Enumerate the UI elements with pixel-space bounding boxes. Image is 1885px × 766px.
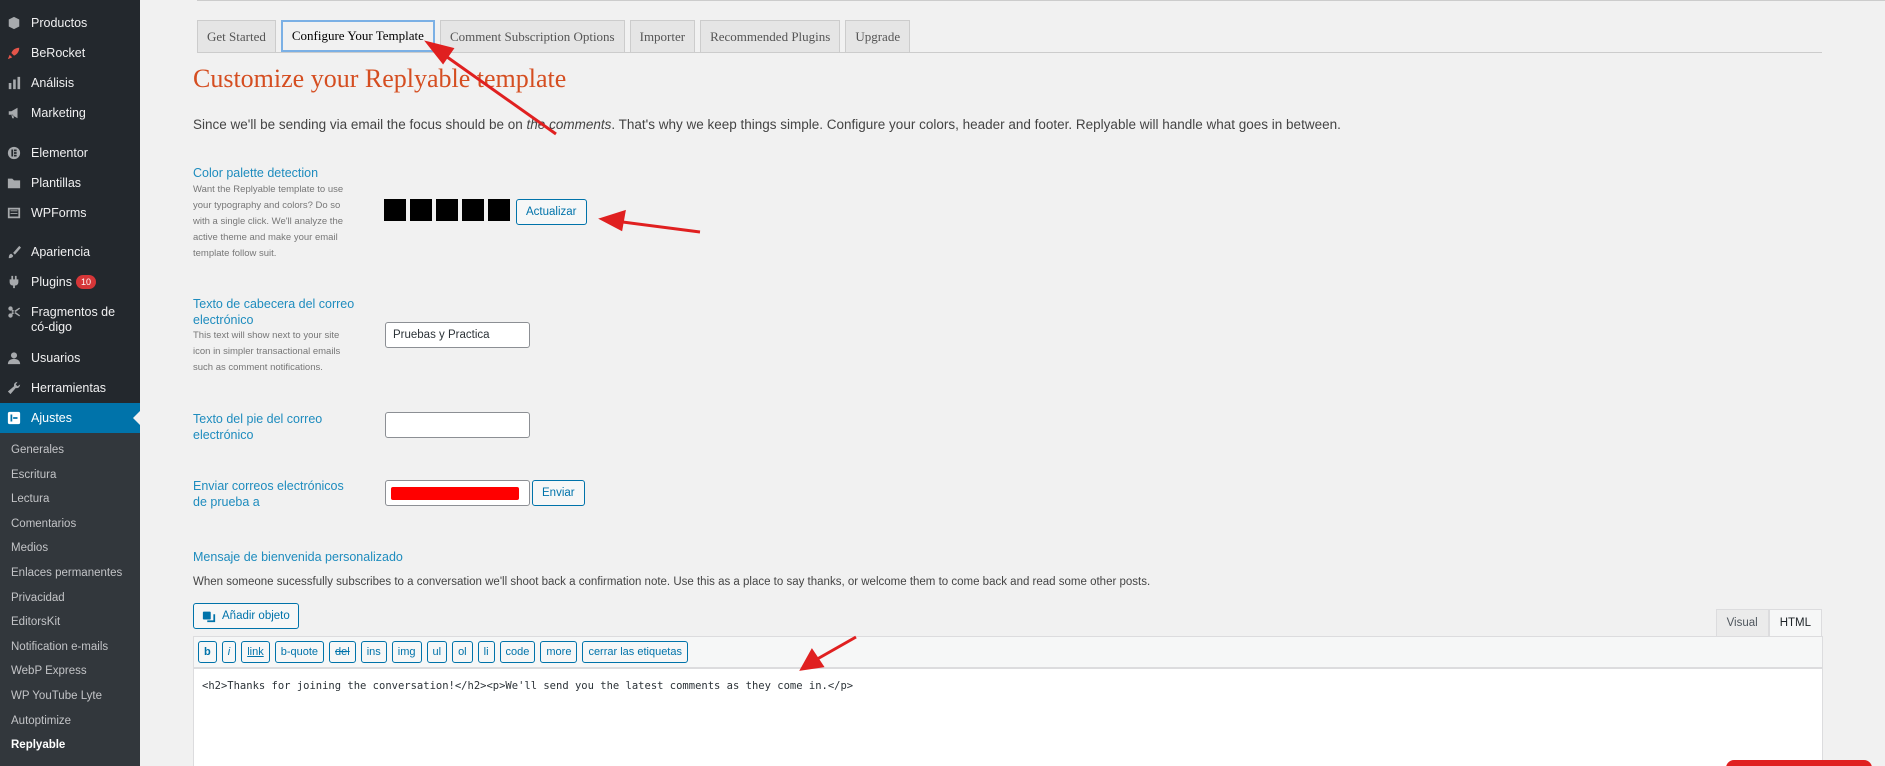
- top-divider: [197, 0, 1885, 1]
- forms-icon: [7, 206, 21, 220]
- submenu-item-notification-emails[interactable]: Notification e-mails: [11, 641, 108, 653]
- header-text-label: Texto de cabecera del correo electrónico: [193, 297, 355, 327]
- sidebar-item-herramientas[interactable]: Herramientas: [0, 381, 140, 396]
- sidebar-item-plugins[interactable]: Plugins 10: [0, 275, 140, 290]
- megaphone-icon: [7, 106, 21, 120]
- annotation-mark: [1726, 760, 1872, 766]
- test-email-input[interactable]: [385, 480, 530, 506]
- header-text-description: This text will show next to your site ic…: [193, 330, 341, 373]
- folder-icon: [7, 176, 21, 190]
- scissors-icon: [7, 305, 21, 319]
- tab-html[interactable]: HTML: [1768, 609, 1822, 637]
- submenu-item-comentarios[interactable]: Comentarios: [11, 518, 76, 530]
- sidebar-item-berocket[interactable]: BeRocket: [0, 46, 140, 61]
- qt-code-button[interactable]: code: [499, 641, 536, 663]
- welcome-message-textarea[interactable]: <h2>Thanks for joining the conversation!…: [193, 668, 1823, 766]
- qt-more-button[interactable]: more: [540, 641, 578, 663]
- send-test-email-button[interactable]: Enviar: [532, 480, 585, 506]
- color-swatch: [384, 199, 406, 221]
- qt-del-button[interactable]: del: [329, 641, 356, 663]
- admin-sidebar: Productos BeRocket Análisis Marketing El…: [0, 0, 140, 766]
- tab-comment-subscription-options[interactable]: Comment Subscription Options: [439, 20, 625, 52]
- color-swatch: [462, 199, 484, 221]
- update-palette-button[interactable]: Actualizar: [516, 199, 587, 225]
- add-media-button[interactable]: Añadir objeto: [193, 603, 299, 629]
- tab-upgrade[interactable]: Upgrade: [845, 20, 911, 52]
- sidebar-item-ajustes[interactable]: Ajustes: [0, 403, 140, 433]
- rocket-icon: [7, 46, 21, 60]
- tab-recommended-plugins[interactable]: Recommended Plugins: [700, 20, 841, 52]
- tab-get-started[interactable]: Get Started: [197, 20, 276, 52]
- footer-text-label: Texto del pie del correo electrónico: [193, 412, 323, 442]
- submenu-item-wp-youtube-lyte[interactable]: WP YouTube Lyte: [11, 690, 102, 702]
- header-text-input[interactable]: Pruebas y Practica: [385, 322, 530, 348]
- tab-configure-template[interactable]: Configure Your Template: [280, 20, 435, 52]
- redacted-email: [391, 487, 519, 500]
- qt-ins-button[interactable]: ins: [360, 641, 387, 663]
- media-icon: [202, 611, 216, 623]
- submenu-item-privacidad[interactable]: Privacidad: [11, 592, 65, 604]
- sidebar-item-fragmentos[interactable]: Fragmentos de có-digo: [0, 305, 140, 335]
- sidebar-item-productos[interactable]: Productos: [0, 16, 140, 31]
- sidebar-item-usuarios[interactable]: Usuarios: [0, 351, 140, 366]
- main-content: Get Started Configure Your Template Comm…: [140, 0, 1885, 766]
- qt-ul-button[interactable]: ul: [426, 641, 448, 663]
- color-swatches: [384, 199, 510, 221]
- paintbrush-icon: [7, 245, 21, 259]
- settings-icon: [7, 411, 21, 425]
- settings-tabs: Get Started Configure Your Template Comm…: [197, 20, 911, 52]
- editor-mode-tabs: Visual HTML: [1715, 609, 1822, 637]
- products-icon: [7, 16, 21, 30]
- qt-bold-button[interactable]: b: [198, 641, 217, 663]
- color-swatch: [410, 199, 432, 221]
- elementor-icon: [7, 146, 21, 160]
- test-email-label: Enviar correos electrónicos de prueba a: [193, 479, 344, 509]
- submenu-item-editorskit[interactable]: EditorsKit: [11, 616, 60, 628]
- tab-visual[interactable]: Visual: [1715, 609, 1769, 637]
- footer-text-input[interactable]: [385, 412, 530, 438]
- qt-li-button[interactable]: li: [477, 641, 495, 663]
- sidebar-item-analisis[interactable]: Análisis: [0, 76, 140, 91]
- palette-description: Want the Replyable template to use your …: [193, 184, 344, 259]
- sidebar-item-marketing[interactable]: Marketing: [0, 106, 140, 121]
- update-count-badge: 10: [76, 275, 97, 289]
- submenu-item-medios[interactable]: Medios: [11, 542, 48, 554]
- sidebar-item-apariencia[interactable]: Apariencia: [0, 245, 140, 260]
- palette-label: Color palette detection: [193, 166, 319, 180]
- qt-close-tags-button[interactable]: cerrar las etiquetas: [582, 641, 688, 663]
- qt-italic-button[interactable]: i: [221, 641, 237, 663]
- submenu-item-generales[interactable]: Generales: [11, 444, 64, 456]
- submenu-item-replyable[interactable]: Replyable: [11, 739, 65, 751]
- qt-blockquote-button[interactable]: b-quote: [274, 641, 325, 663]
- submenu-item-enlaces[interactable]: Enlaces permanentes: [11, 567, 122, 579]
- submenu-item-lectura[interactable]: Lectura: [11, 493, 49, 505]
- user-icon: [7, 351, 21, 365]
- welcome-message-description: When someone sucessfully subscribes to a…: [193, 576, 1151, 588]
- wrench-icon: [7, 381, 21, 395]
- tabs-divider: [197, 52, 1822, 53]
- color-swatch: [436, 199, 458, 221]
- page-title: Customize your Replyable template: [193, 64, 567, 93]
- intro-text: Since we'll be sending via email the foc…: [193, 117, 1341, 132]
- sidebar-submenu-ajustes: Generales Escritura Lectura Comentarios …: [0, 433, 140, 766]
- color-swatch: [488, 199, 510, 221]
- qt-link-button[interactable]: link: [241, 641, 270, 663]
- submenu-item-escritura[interactable]: Escritura: [11, 469, 56, 481]
- qt-img-button[interactable]: img: [391, 641, 422, 663]
- submenu-item-webp-express[interactable]: WebP Express: [11, 665, 87, 677]
- submenu-item-autoptimize[interactable]: Autoptimize: [11, 715, 71, 727]
- tab-importer[interactable]: Importer: [629, 20, 696, 52]
- plugin-icon: [7, 275, 21, 289]
- analytics-icon: [7, 76, 21, 90]
- sidebar-item-elementor[interactable]: Elementor: [0, 146, 140, 161]
- welcome-message-label: Mensaje de bienvenida personalizado: [193, 550, 403, 564]
- sidebar-item-wpforms[interactable]: WPForms: [0, 206, 140, 221]
- quicktags-toolbar: b i link b-quote del ins img ul ol li co…: [193, 636, 1823, 668]
- sidebar-item-plantillas[interactable]: Plantillas: [0, 176, 140, 191]
- qt-ol-button[interactable]: ol: [452, 641, 473, 663]
